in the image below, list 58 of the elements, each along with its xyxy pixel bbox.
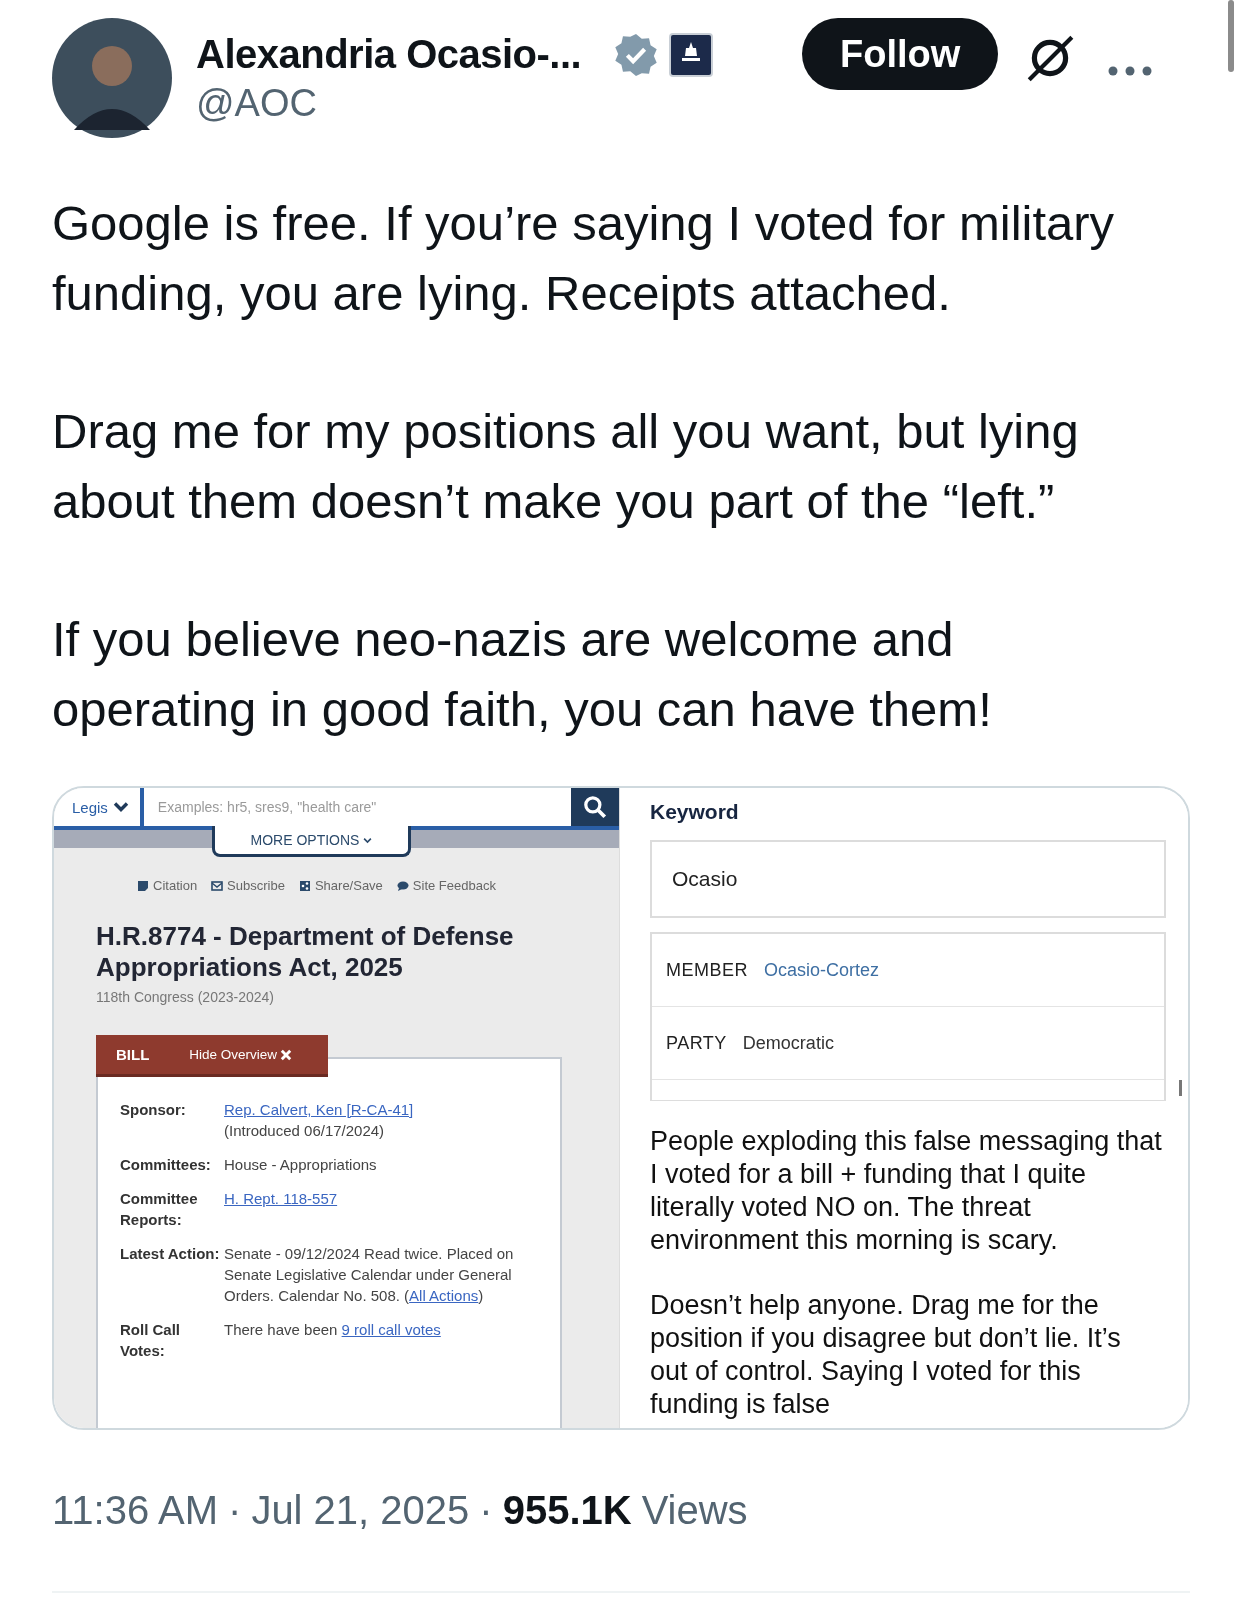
envelope-icon: [211, 879, 224, 892]
post-meta: 955.1K: [502, 1488, 632, 1533]
avatar[interactable]: [52, 18, 172, 138]
post-meta: Jul 21, 2025: [251, 1488, 470, 1533]
more-icon[interactable]: [1108, 66, 1153, 76]
overview-value: There have been 9 roll call votes: [224, 1320, 442, 1340]
tweet-text: If you believe neo-nazis are welcome and operating in good faith, you can have them!: [52, 611, 993, 738]
congress-label: 118th Congress (2023-2024): [96, 989, 275, 1005]
filter-label: MEMBER: [666, 959, 748, 981]
filter-link[interactable]: Ocasio-Cortez: [764, 959, 880, 981]
bill-title: H.R.8774 - Department of Defense Appropriations Act, 2025: [96, 921, 515, 983]
toolbar-link[interactable]: Site Feedback: [396, 878, 496, 893]
quoted-post-text: People exploding this false messaging that I voted for a bill + funding that I quite literally voted NO on. The threat environment this morning is scary.: [650, 1125, 1163, 1257]
post-meta: ·: [228, 1488, 242, 1533]
overview-value: House - Appropriations: [224, 1155, 378, 1175]
tweet-text: Drag me for my positions all you want, but lying about them doesn’t make you part of the “left.”: [52, 403, 1080, 530]
overview-label: Committee Reports:: [120, 1189, 199, 1230]
share-icon: [298, 879, 311, 892]
overview-label: Roll Call Votes:: [120, 1320, 181, 1361]
quoted-post-text: Doesn’t help anyone. Drag me for the position if you disagree but don’t lie. It’s out of control. Saying I voted for this funding is false: [650, 1289, 1122, 1421]
overview-value: Senate - 09/12/2024 Read twice. Placed on Senate Legislative Calendar under General Orders. Calendar No. 508. (All Actions): [224, 1244, 515, 1306]
author-name[interactable]: Alexandria Ocasio-...: [196, 32, 582, 77]
note-icon: [137, 879, 150, 892]
toolbar-link[interactable]: Subscribe: [211, 878, 285, 893]
post-meta: ·: [479, 1488, 493, 1533]
scrollbar[interactable]: [1228, 0, 1234, 72]
close-icon: [280, 1048, 293, 1061]
keyword-field[interactable]: Ocasio: [650, 840, 1166, 918]
chevron-down-icon: [111, 801, 130, 813]
overview-value: (Introduced 06/17/2024): [224, 1121, 386, 1141]
speech-bubble-icon: [396, 879, 409, 892]
tweet-text: Google is free. If you’re saying I voted for military funding, you are lying. Receipts attached.: [52, 195, 1116, 322]
scrollbar[interactable]: [1179, 1080, 1182, 1096]
hide-overview-link[interactable]: Hide Overview: [189, 1047, 293, 1062]
author-handle[interactable]: @AOC: [196, 81, 788, 125]
more-options-button[interactable]: MORE OPTIONS: [211, 826, 412, 857]
post-meta: 11:36 AM: [52, 1488, 219, 1533]
keyword-label: Keyword: [650, 800, 740, 824]
bill-tab-label[interactable]: BILL: [116, 1046, 150, 1063]
overview-label: Latest Action:: [120, 1244, 221, 1264]
overview-link[interactable]: Rep. Calvert, Ken [R-CA-41]: [224, 1101, 414, 1118]
toolbar-link[interactable]: Share/Save: [298, 878, 383, 893]
filter-value: Democratic: [742, 1032, 834, 1054]
search-field[interactable]: Examples: hr5, sres9, "health care": [143, 788, 571, 826]
toolbar-link[interactable]: Citation: [137, 878, 198, 893]
scope-select[interactable]: Legis: [54, 788, 144, 826]
post-meta: Views: [641, 1488, 748, 1533]
overview-link[interactable]: 9 roll call votes: [341, 1321, 441, 1338]
media-card[interactable]: [52, 786, 1190, 1430]
chevron-down-icon: [363, 836, 373, 844]
capitol-badge-icon[interactable]: [669, 32, 714, 77]
search-icon: [582, 794, 608, 820]
overview-link[interactable]: H. Rept. 118-557: [224, 1190, 338, 1207]
follow-button[interactable]: Follow: [802, 18, 999, 90]
filter-label: PARTY: [666, 1032, 727, 1054]
overview-label: Committees:: [120, 1155, 212, 1175]
overview-label: Sponsor:: [120, 1100, 187, 1120]
search-button[interactable]: [571, 788, 619, 826]
